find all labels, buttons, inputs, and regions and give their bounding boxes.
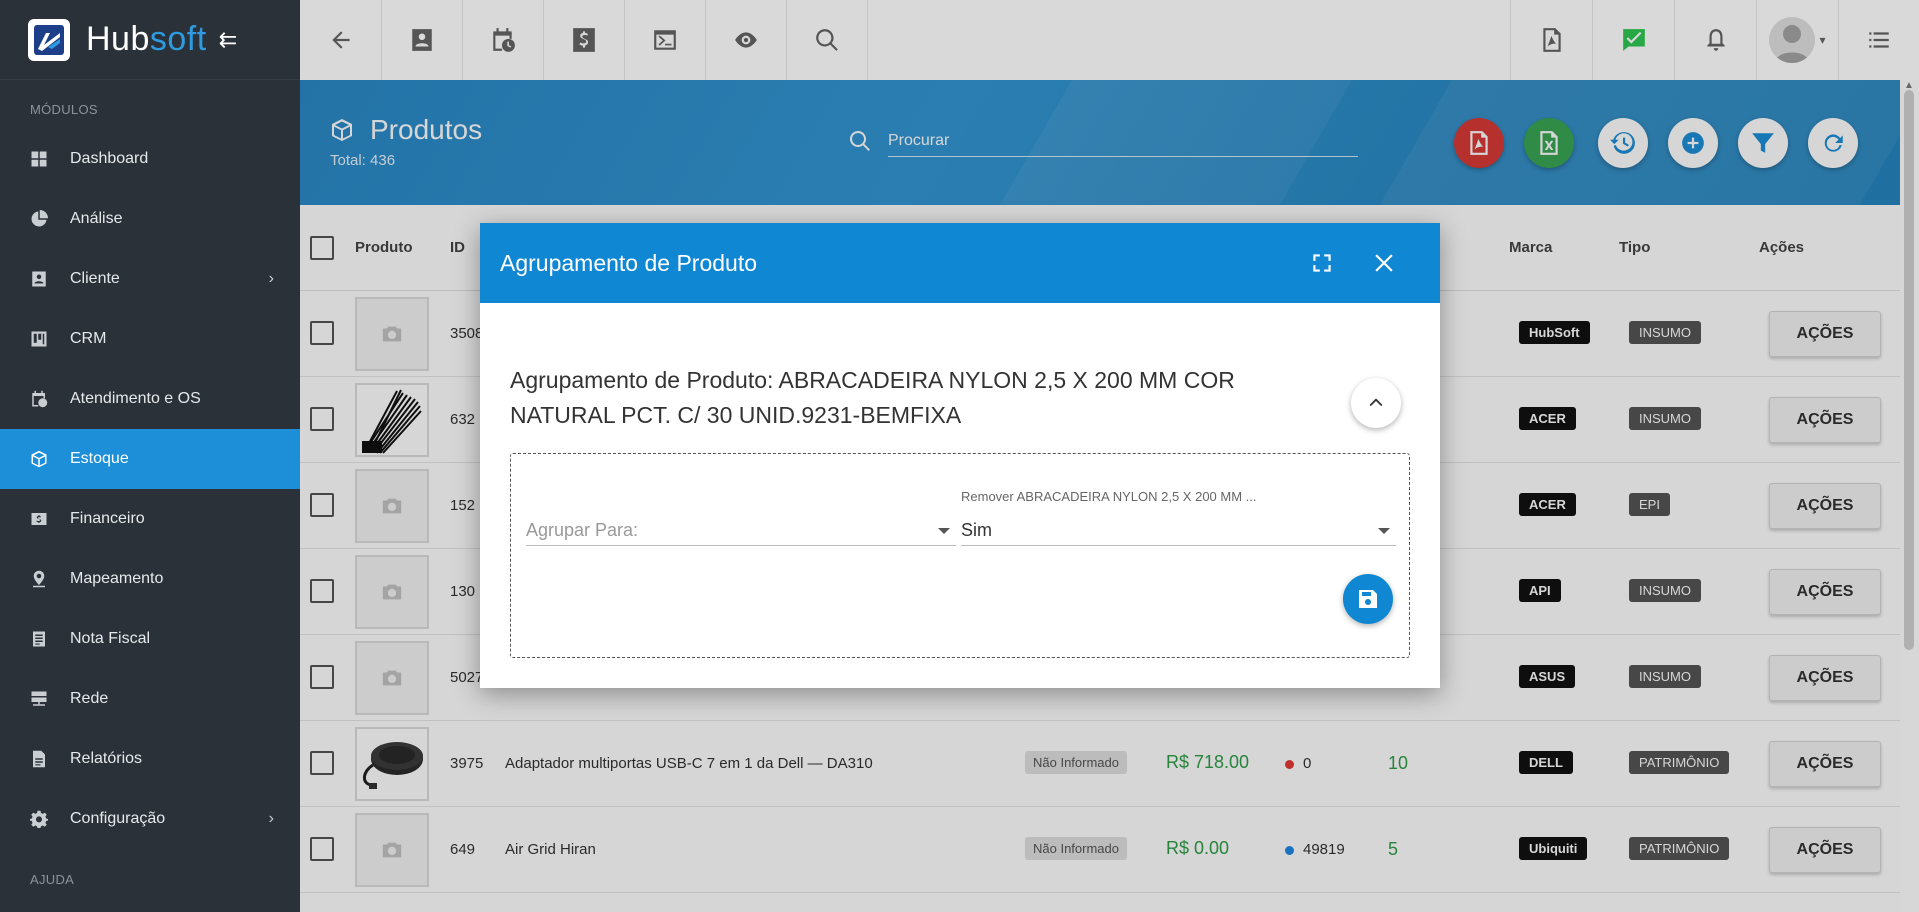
scrollbar-thumb[interactable]	[1904, 90, 1914, 650]
schedule-button[interactable]	[463, 0, 544, 80]
close-icon	[1375, 254, 1393, 272]
sidebar-item-label: Estoque	[70, 450, 129, 467]
dashboard-icon	[30, 150, 48, 168]
contacts-button[interactable]	[382, 0, 463, 80]
sidebar-item-analise[interactable]: Análise	[0, 189, 300, 249]
sidebar-item-label: Financeiro	[70, 510, 145, 527]
page-scrollbar[interactable]: ▲	[1900, 80, 1919, 912]
tasks-button[interactable]	[1592, 0, 1674, 80]
chevron-down-icon: ▾	[1819, 33, 1826, 47]
sidebar-item-label: Atendimento e OS	[70, 390, 201, 407]
group-form: Agrupar Para: Remover ABRACADEIRA NYLON …	[510, 453, 1410, 658]
pie-chart-icon	[30, 210, 48, 228]
agrupar-para-select[interactable]: Agrupar Para:	[526, 514, 956, 546]
caret-down-icon	[1378, 528, 1390, 534]
sidebar-item-label: Relatórios	[70, 750, 143, 767]
gear-icon	[30, 810, 48, 828]
calendar-clock-icon	[493, 28, 515, 52]
caret-down-icon	[938, 528, 950, 534]
terminal-icon	[654, 30, 676, 50]
search-icon	[816, 29, 838, 51]
agrupar-para-placeholder: Agrupar Para:	[526, 520, 639, 540]
sidebar-item-label: Análise	[70, 210, 123, 227]
receipt-icon	[30, 630, 48, 648]
logo-bar: Hubsoft ⇇	[0, 0, 300, 80]
dialog-header: Agrupamento de Produto	[480, 223, 1440, 303]
dollar-box-icon	[573, 28, 595, 52]
chevron-right-icon: ›	[268, 270, 274, 287]
package-icon	[30, 450, 48, 468]
save-icon	[1359, 590, 1377, 608]
money-icon	[30, 510, 48, 528]
sidebar: Hubsoft ⇇ MÓDULOS Dashboard Análise Clie…	[0, 0, 300, 912]
sidebar-item-crm[interactable]: CRM	[0, 309, 300, 369]
user-menu-button[interactable]: ▾	[1756, 0, 1838, 80]
list-icon	[1869, 32, 1889, 48]
kanban-icon	[30, 330, 48, 348]
contact-card-icon	[412, 29, 432, 51]
sidebar-item-cliente[interactable]: Cliente ›	[0, 249, 300, 309]
sidebar-item-label: Cliente	[70, 270, 120, 287]
avatar	[1769, 17, 1816, 63]
eye-icon	[735, 32, 757, 48]
sidebar-item-label: CRM	[70, 330, 107, 347]
remover-select-value: Sim	[961, 520, 992, 540]
sidebar-item-label: Mapeamento	[70, 570, 164, 587]
arrow-left-icon	[331, 31, 350, 49]
terminal-button[interactable]	[625, 0, 706, 80]
notifications-button[interactable]	[1674, 0, 1756, 80]
bell-icon	[1706, 29, 1725, 51]
contact-card-icon	[30, 270, 48, 288]
search-button[interactable]	[787, 0, 868, 80]
financial-button[interactable]	[544, 0, 625, 80]
chat-check-icon	[1622, 29, 1645, 51]
sidebar-item-configuracao[interactable]: Configuração ›	[0, 789, 300, 849]
section-label-ajuda: AJUDA	[30, 872, 75, 887]
group-product-dialog: Agrupamento de Produto Agrupamento de Pr…	[480, 223, 1440, 688]
back-button[interactable]	[300, 0, 382, 80]
sidebar-item-estoque[interactable]: Estoque	[0, 429, 300, 489]
group-product-heading: Agrupamento de Produto: ABRACADEIRA NYLO…	[510, 367, 1235, 428]
sidebar-item-financeiro[interactable]: Financeiro	[0, 489, 300, 549]
list-menu-button[interactable]	[1838, 0, 1919, 80]
document-icon	[30, 750, 48, 768]
remover-select-label: Remover ABRACADEIRA NYLON 2,5 X 200 MM .…	[961, 489, 1257, 504]
pdf-tool-button[interactable]	[1510, 0, 1592, 80]
sidebar-item-relatorios[interactable]: Relatórios	[0, 729, 300, 789]
remover-select[interactable]: Sim	[961, 514, 1396, 546]
calendar-clock-icon	[30, 390, 48, 408]
close-button[interactable]	[1368, 247, 1400, 279]
chevron-right-icon: ›	[268, 810, 274, 827]
sidebar-item-label: Configuração	[70, 810, 166, 827]
save-button[interactable]	[1343, 574, 1393, 624]
network-icon	[30, 690, 48, 708]
sidebar-item-nota-fiscal[interactable]: Nota Fiscal	[0, 609, 300, 669]
top-toolbar: ▾	[300, 0, 1919, 80]
logo-text: Hubsoft	[86, 20, 207, 58]
fullscreen-icon	[1313, 254, 1331, 272]
view-button[interactable]	[706, 0, 787, 80]
sidebar-item-label: Dashboard	[70, 150, 149, 167]
sidebar-item-rede[interactable]: Rede	[0, 669, 300, 729]
sidebar-item-atendimento[interactable]: Atendimento e OS	[0, 369, 300, 429]
sidebar-item-dashboard[interactable]: Dashboard	[0, 129, 300, 189]
section-label-modulos: MÓDULOS	[30, 102, 98, 117]
pdf-file-icon	[1542, 28, 1561, 52]
sidebar-item-label: Rede	[70, 690, 109, 707]
dialog-title: Agrupamento de Produto	[500, 249, 758, 276]
collapse-sidebar-icon[interactable]: ⇇	[219, 27, 237, 53]
collapse-section-button[interactable]	[1351, 378, 1401, 428]
hubsoft-logo-icon	[28, 18, 70, 61]
map-pin-icon	[30, 570, 48, 588]
chevron-up-icon	[1369, 398, 1383, 407]
sidebar-item-label: Nota Fiscal	[70, 630, 151, 647]
maximize-button[interactable]	[1306, 247, 1338, 279]
sidebar-item-mapeamento[interactable]: Mapeamento	[0, 549, 300, 609]
